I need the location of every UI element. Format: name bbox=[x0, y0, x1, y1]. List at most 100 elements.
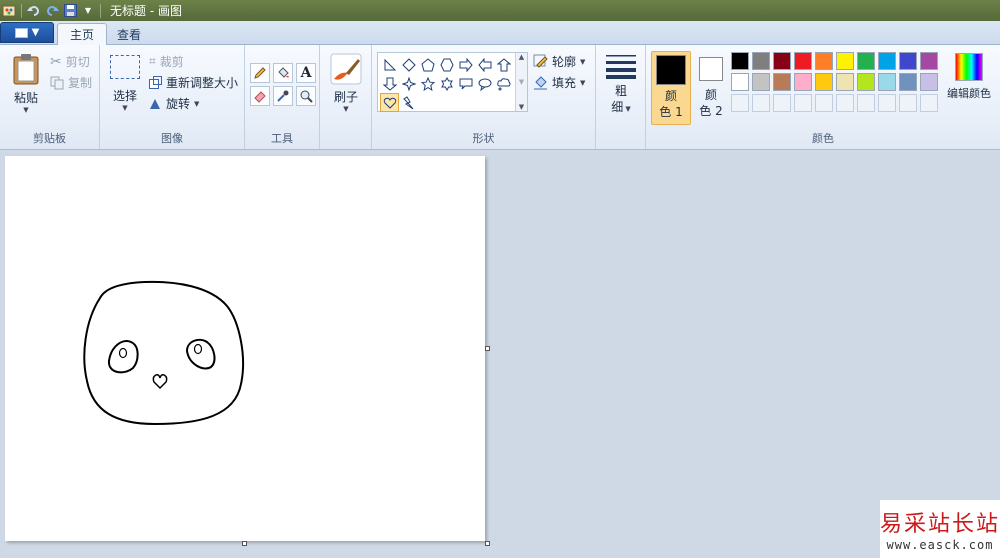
undo-icon[interactable] bbox=[25, 2, 43, 20]
save-icon[interactable] bbox=[61, 2, 79, 20]
edit-colors-button[interactable]: 编辑颜色 bbox=[943, 53, 995, 101]
tab-home[interactable]: 主页 bbox=[57, 23, 108, 45]
ribbon: 粘贴 ▼ ✂ 剪切 复制 剪贴板 选择 ▼ ⌗ 裁剪 重新调整大小 旋转 ▼ 图… bbox=[0, 45, 1000, 150]
paint-menu-button[interactable]: ▼ bbox=[0, 22, 54, 43]
pencil-icon[interactable] bbox=[250, 63, 270, 83]
panda-face-drawing bbox=[83, 280, 244, 426]
magnifier-icon[interactable] bbox=[296, 86, 316, 106]
up-arrow-shape-icon[interactable] bbox=[494, 55, 513, 74]
fill-icon[interactable] bbox=[273, 63, 293, 83]
right-arrow-shape-icon[interactable] bbox=[456, 55, 475, 74]
shapes-gallery-scrollbar[interactable]: ▲ ▼ ▼ bbox=[515, 53, 527, 111]
fill-button[interactable]: 填充 ▼ bbox=[533, 74, 585, 91]
custom-color-slot[interactable] bbox=[920, 94, 938, 112]
color2-swatch bbox=[699, 57, 723, 81]
watermark-title: 易采站长站 bbox=[880, 512, 1000, 537]
drawing-canvas[interactable] bbox=[5, 156, 490, 546]
custom-color-slot[interactable] bbox=[857, 94, 875, 112]
scroll-down-icon[interactable]: ▼ bbox=[519, 78, 524, 86]
palette-swatch[interactable] bbox=[878, 52, 896, 70]
custom-color-slot[interactable] bbox=[752, 94, 770, 112]
palette-swatch[interactable] bbox=[920, 52, 938, 70]
custom-color-slot[interactable] bbox=[773, 94, 791, 112]
separator bbox=[21, 3, 22, 18]
text-icon[interactable]: A bbox=[296, 63, 316, 83]
outline-button[interactable]: 轮廓 ▼ bbox=[533, 53, 585, 70]
five-point-star-shape-icon[interactable] bbox=[418, 74, 437, 93]
crop-button[interactable]: ⌗ 裁剪 bbox=[149, 53, 184, 70]
diamond-shape-icon[interactable] bbox=[399, 55, 418, 74]
palette-swatch[interactable] bbox=[794, 73, 812, 91]
customize-toolbar-icon[interactable]: ▼ bbox=[79, 2, 97, 20]
color-picker-icon[interactable] bbox=[273, 86, 293, 106]
color2-button[interactable]: 颜 色 2 bbox=[691, 51, 731, 125]
resize-handle-corner[interactable] bbox=[485, 541, 490, 546]
down-arrow-shape-icon[interactable] bbox=[380, 74, 399, 93]
palette-swatch[interactable] bbox=[794, 52, 812, 70]
redo-icon[interactable] bbox=[43, 2, 61, 20]
custom-color-slot[interactable] bbox=[794, 94, 812, 112]
lightning-shape-icon[interactable] bbox=[399, 93, 418, 112]
six-point-star-shape-icon[interactable] bbox=[437, 74, 456, 93]
palette-swatch[interactable] bbox=[773, 73, 791, 91]
rect-callout-shape-icon[interactable] bbox=[456, 74, 475, 93]
resize-button[interactable]: 重新调整大小 bbox=[149, 74, 238, 91]
cut-button[interactable]: ✂ 剪切 bbox=[50, 53, 90, 70]
brushes-button[interactable]: 刷子 ▼ bbox=[329, 53, 363, 113]
eraser-icon[interactable] bbox=[250, 86, 270, 106]
tab-view[interactable]: 查看 bbox=[105, 23, 153, 45]
palette-swatch[interactable] bbox=[920, 73, 938, 91]
brushes-group: 刷子 ▼ bbox=[320, 45, 372, 149]
palette-swatch[interactable] bbox=[815, 52, 833, 70]
cut-label: 剪切 bbox=[65, 55, 90, 69]
custom-color-slot[interactable] bbox=[878, 94, 896, 112]
palette-swatch[interactable] bbox=[815, 73, 833, 91]
palette-swatch[interactable] bbox=[899, 73, 917, 91]
paint-app-icon[interactable] bbox=[0, 2, 18, 20]
cloud-callout-shape-icon[interactable] bbox=[494, 74, 513, 93]
colors-group: 颜 色 1 颜 色 2 编辑颜色 颜色 bbox=[646, 45, 1000, 149]
oval-callout-shape-icon[interactable] bbox=[475, 74, 494, 93]
gallery-expand-icon[interactable]: ▼ bbox=[519, 103, 524, 111]
palette-swatch[interactable] bbox=[731, 52, 749, 70]
separator bbox=[100, 3, 101, 18]
resize-handle-bottom[interactable] bbox=[242, 541, 247, 546]
right-triangle-shape-icon[interactable] bbox=[380, 55, 399, 74]
palette-swatch[interactable] bbox=[752, 73, 770, 91]
copy-label: 复制 bbox=[68, 76, 93, 90]
palette-swatch[interactable] bbox=[878, 73, 896, 91]
left-arrow-shape-icon[interactable] bbox=[475, 55, 494, 74]
four-point-star-shape-icon[interactable] bbox=[399, 74, 418, 93]
shapes-group-label: 形状 bbox=[472, 132, 495, 145]
site-watermark: 易采站长站 www.easck.com bbox=[880, 500, 1000, 558]
pentagon-shape-icon[interactable] bbox=[418, 55, 437, 74]
palette-swatch[interactable] bbox=[857, 73, 875, 91]
custom-color-slot[interactable] bbox=[836, 94, 854, 112]
palette-swatch[interactable] bbox=[899, 52, 917, 70]
color1-label-bottom: 色 1 bbox=[659, 105, 683, 119]
rotate-button[interactable]: 旋转 ▼ bbox=[149, 95, 199, 112]
palette-swatch[interactable] bbox=[773, 52, 791, 70]
size-button[interactable]: 粗 细 ▼ bbox=[603, 53, 639, 117]
hexagon-shape-icon[interactable] bbox=[437, 55, 456, 74]
shapes-gallery: ▲ ▼ ▼ bbox=[377, 52, 528, 112]
custom-color-slot[interactable] bbox=[899, 94, 917, 112]
paste-button[interactable]: 粘贴 ▼ bbox=[8, 53, 44, 114]
chevron-down-icon: ▼ bbox=[580, 57, 586, 66]
palette-swatch[interactable] bbox=[836, 52, 854, 70]
scroll-up-icon[interactable]: ▲ bbox=[519, 53, 524, 61]
palette-swatch[interactable] bbox=[857, 52, 875, 70]
custom-color-slot[interactable] bbox=[731, 94, 749, 112]
copy-button[interactable]: 复制 bbox=[50, 74, 92, 91]
color1-button[interactable]: 颜 色 1 bbox=[651, 51, 691, 125]
custom-color-slot[interactable] bbox=[815, 94, 833, 112]
palette-swatch[interactable] bbox=[836, 73, 854, 91]
palette-swatch[interactable] bbox=[731, 73, 749, 91]
resize-handle-right[interactable] bbox=[485, 346, 490, 351]
size-group: 粗 细 ▼ bbox=[596, 45, 646, 149]
fill-label: 填充 bbox=[552, 76, 577, 90]
palette-swatch[interactable] bbox=[752, 52, 770, 70]
color1-swatch bbox=[656, 55, 686, 85]
heart-shape-icon[interactable] bbox=[380, 93, 399, 112]
select-button[interactable]: 选择 ▼ bbox=[108, 55, 142, 112]
